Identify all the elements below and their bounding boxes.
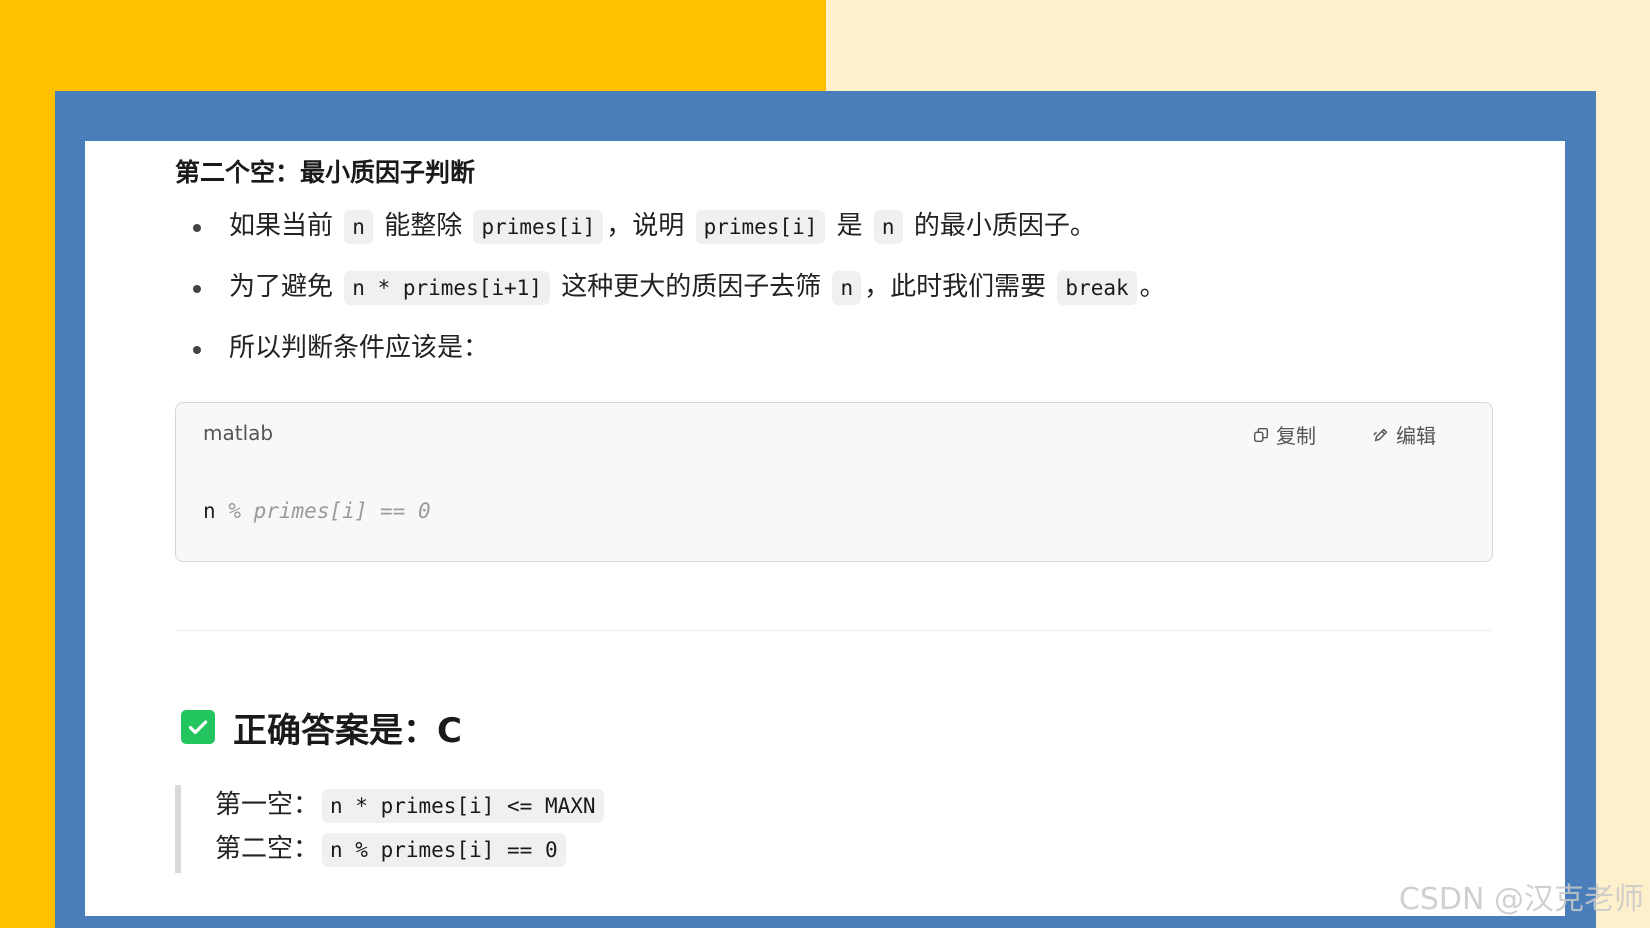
copy-button[interactable]: 复制 <box>1252 420 1316 449</box>
inline-code: n <box>344 210 373 244</box>
answer-heading: 正确答案是：C <box>175 703 1495 751</box>
copy-icon <box>1253 427 1269 442</box>
code-line: n % primes[i] == 0 <box>203 499 431 523</box>
inline-code: n * primes[i+1] <box>344 271 550 305</box>
code-actions: 复制 编辑 <box>1252 420 1436 449</box>
bullet-text: 的最小质因子。 <box>913 211 1096 241</box>
explanation-list: 如果当前 n 能整除 primes[i] ，说明 primes[i] 是 n 的最… <box>175 199 1495 382</box>
answer-line: 第一空： n * primes[i] <= MAXN <box>215 785 1495 829</box>
inline-code: break <box>1057 271 1137 305</box>
bullet-dot-icon <box>193 346 201 354</box>
list-item: 为了避免 n * primes[i+1] 这种更大的质因子去筛 n ，此时我们需要… <box>175 260 1495 321</box>
bullet-dot-icon <box>193 285 201 293</box>
inline-code: primes[i] <box>695 210 826 244</box>
bullet-text: 是 <box>836 211 863 241</box>
bullet-text: ，此时我们需要 <box>864 272 1047 302</box>
edit-icon <box>1373 428 1388 441</box>
content-panel: 第二个空：最小质因子判断 如果当前 n 能整除 primes[i] ，说明 pri… <box>85 141 1565 916</box>
answer-label: 第一空： <box>215 790 320 820</box>
code-language-label: matlab <box>203 421 274 445</box>
answer-code: n % primes[i] == 0 <box>322 833 566 867</box>
bullet-text: 如果当前 <box>229 211 334 241</box>
code-variable: n <box>203 499 216 523</box>
answer-quote: 第一空： n * primes[i] <= MAXN 第二空： n % primes… <box>175 785 1495 873</box>
inline-code: n <box>873 210 903 244</box>
watermark: CSDN @汉克老师 <box>1398 882 1644 917</box>
list-item: 如果当前 n 能整除 primes[i] ，说明 primes[i] 是 n 的最… <box>175 199 1495 260</box>
bullet-text: ，说明 <box>606 211 685 241</box>
article-content: 第二个空：最小质因子判断 如果当前 n 能整除 primes[i] ，说明 pri… <box>175 155 1495 873</box>
bullet-text: 能整除 <box>384 211 463 241</box>
edit-label: 编辑 <box>1396 424 1436 448</box>
answer-code: n * primes[i] <= MAXN <box>322 789 604 823</box>
inline-code: n <box>832 271 862 305</box>
answer-line: 第二空： n % primes[i] == 0 <box>215 829 1495 873</box>
code-block: matlab 复制 编辑 n % primes[i] == 0 <box>175 402 1493 562</box>
bullet-text: 。 <box>1139 272 1166 302</box>
bullet-text: 为了避免 <box>229 272 334 302</box>
section-heading: 第二个空：最小质因子判断 <box>175 158 476 187</box>
list-item: 所以判断条件应该是： <box>175 321 1495 382</box>
bullet-text: 所以判断条件应该是： <box>229 333 490 363</box>
answer-label: 第二空： <box>215 834 320 864</box>
answer-title: 正确答案是：C <box>233 710 462 751</box>
code-comment: % primes[i] == 0 <box>228 499 431 523</box>
inline-code: primes[i] <box>473 210 604 244</box>
divider <box>175 630 1491 631</box>
bullet-text: 这种更大的质因子去筛 <box>561 272 822 302</box>
bullet-dot-icon <box>193 224 201 232</box>
copy-label: 复制 <box>1276 424 1316 448</box>
edit-button[interactable]: 编辑 <box>1372 420 1436 449</box>
check-box-icon <box>181 710 215 744</box>
